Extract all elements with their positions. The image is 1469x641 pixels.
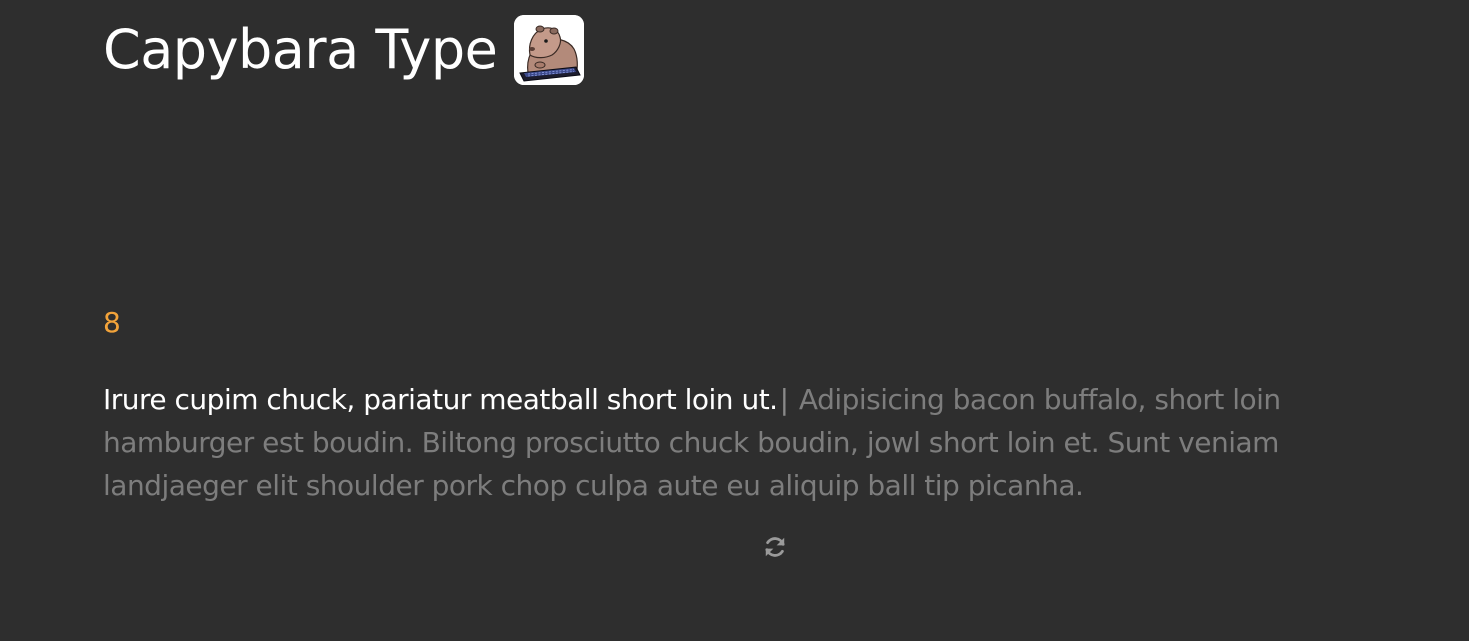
text-caret: |: [779, 383, 789, 416]
typing-text[interactable]: Irure cupim chuck, pariatur meatball sho…: [103, 378, 1353, 507]
capybara-logo-icon: [514, 15, 585, 85]
restart-button[interactable]: [762, 534, 788, 560]
typed-text: Irure cupim chuck, pariatur meatball sho…: [103, 383, 778, 416]
app-header: Capybara Type: [103, 8, 585, 92]
refresh-icon: [765, 537, 785, 557]
app-title: Capybara Type: [103, 18, 498, 81]
word-counter: 8: [103, 306, 121, 339]
